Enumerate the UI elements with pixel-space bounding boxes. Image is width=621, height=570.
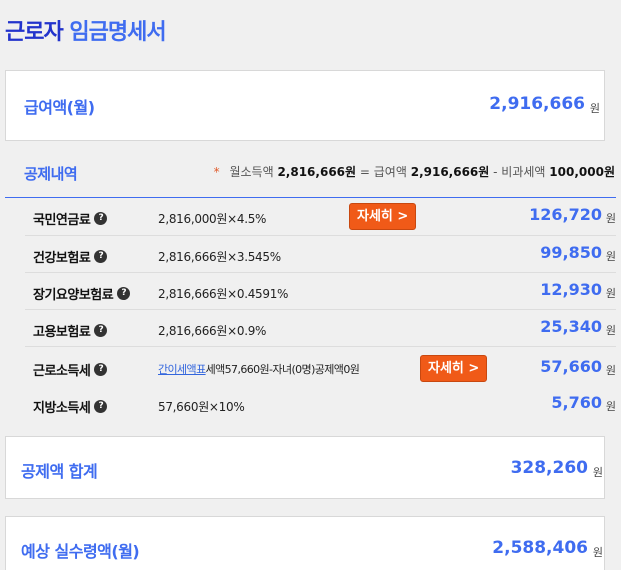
deduction-amount: 5,760 xyxy=(551,393,602,412)
deduction-amount: 99,850 xyxy=(540,243,602,262)
gross-pay-label: 급여액(월) xyxy=(24,98,95,117)
deduction-name: 국민연금료 ? xyxy=(33,209,108,228)
total-deductions-amount: 328,260 xyxy=(510,458,588,478)
deduction-calc: 2,816,666원×0.4591% xyxy=(158,287,289,301)
net-pay-amount: 2,588,406 xyxy=(492,538,588,558)
deduction-amount: 12,930 xyxy=(540,280,602,299)
deduction-calc: 2,816,666원×0.9% xyxy=(158,324,267,338)
simple-tax-table-link[interactable]: 간이세액표 xyxy=(158,363,206,376)
note-monthly: 2,816,666원 xyxy=(277,165,357,179)
page-title-part2: 임금명세서 xyxy=(69,20,166,45)
help-icon[interactable]: ? xyxy=(117,287,131,300)
help-icon[interactable]: ? xyxy=(94,250,108,263)
income-tax-calc-text: 세액57,660원-자녀(0명)공제액0원 xyxy=(205,363,360,376)
deduction-name: 지방소득세 ? xyxy=(33,397,108,416)
detail-button-pension[interactable]: 자세히 > xyxy=(349,203,417,230)
deduction-name: 고용보험료 ? xyxy=(33,321,108,340)
deductions-header: 공제내역 * 월소득액 2,816,666원 = 급여액 2,916,666원 … xyxy=(5,152,616,198)
deduction-name: 장기요양보험료 ? xyxy=(33,284,131,303)
deduction-calc: 2,816,666원×3.545% xyxy=(158,250,281,264)
total-deductions-card: 공제액 합계 328,260 원 xyxy=(5,436,605,499)
total-deductions-unit: 원 xyxy=(592,466,603,479)
deduction-name-text: 국민연금료 xyxy=(33,213,91,228)
gross-pay-amount: 2,916,666 xyxy=(489,94,585,114)
help-icon[interactable]: ? xyxy=(94,363,108,376)
deduction-unit: 원 xyxy=(605,250,616,263)
note-eq: = 급여액 xyxy=(359,165,407,179)
note-star: * xyxy=(213,165,220,179)
deduction-row-longterm-care: 장기요양보험료 ? 2,816,666원×0.4591% 12,930 원 xyxy=(25,273,616,310)
deduction-name-text: 근로소득세 xyxy=(33,364,91,379)
deduction-name: 건강보험료 ? xyxy=(33,247,108,266)
deduction-amount: 57,660 xyxy=(540,357,602,376)
deduction-name-text: 지방소득세 xyxy=(33,401,91,416)
deduction-row-health: 건강보험료 ? 2,816,666원×3.545% 99,850 원 xyxy=(25,236,616,273)
deduction-row-income-tax: 근로소득세 ? 간이세액표세액57,660원-자녀(0명)공제액0원 자세히 >… xyxy=(25,348,616,388)
deduction-name-text: 고용보험료 xyxy=(33,325,91,340)
deduction-row-employment: 고용보험료 ? 2,816,666원×0.9% 25,340 원 xyxy=(25,310,616,347)
note-prefix: 월소득액 xyxy=(229,165,274,179)
deduction-name-text: 장기요양보험료 xyxy=(33,288,114,303)
page-title: 근로자 임금명세서 xyxy=(5,14,167,46)
help-icon[interactable]: ? xyxy=(94,324,108,337)
deduction-amount: 25,340 xyxy=(540,317,602,336)
note-nontax: 100,000원 xyxy=(549,165,615,179)
deduction-unit: 원 xyxy=(605,212,616,225)
note-minus: - 비과세액 xyxy=(493,165,546,179)
note-gross: 2,916,666원 xyxy=(410,165,490,179)
deduction-calc: 간이세액표세액57,660원-자녀(0명)공제액0원 xyxy=(158,361,360,377)
deduction-row-local-tax: 지방소득세 ? 57,660원×10% 5,760 원 xyxy=(25,388,616,422)
net-pay-card: 예상 실수령액(월) 2,588,406 원 xyxy=(5,516,605,570)
deduction-calc: 2,816,000원×4.5% xyxy=(158,212,267,226)
deduction-name: 근로소득세 ? xyxy=(33,360,108,379)
deduction-name-text: 건강보험료 xyxy=(33,251,91,266)
page-title-part1: 근로자 xyxy=(5,20,64,45)
detail-button-income-tax[interactable]: 자세히 > xyxy=(420,355,488,382)
help-icon[interactable]: ? xyxy=(94,400,108,413)
monthly-income-note: * 월소득액 2,816,666원 = 급여액 2,916,666원 - 비과세… xyxy=(214,163,615,180)
deduction-unit: 원 xyxy=(605,324,616,337)
deduction-row-pension: 국민연금료 ? 2,816,000원×4.5% 자세히 > 126,720 원 xyxy=(25,198,616,236)
net-pay-unit: 원 xyxy=(592,546,603,559)
gross-pay-unit: 원 xyxy=(589,102,600,115)
deductions-heading: 공제내역 xyxy=(24,165,78,183)
net-pay-label: 예상 실수령액(월) xyxy=(21,542,140,561)
deduction-unit: 원 xyxy=(605,287,616,300)
deduction-unit: 원 xyxy=(605,364,616,377)
deduction-unit: 원 xyxy=(605,400,616,413)
total-deductions-label: 공제액 합계 xyxy=(21,462,98,481)
gross-pay-card: 급여액(월) 2,916,666 원 xyxy=(5,70,605,141)
deduction-calc: 57,660원×10% xyxy=(158,400,245,414)
deduction-amount: 126,720 xyxy=(529,205,602,224)
help-icon[interactable]: ? xyxy=(94,212,108,225)
